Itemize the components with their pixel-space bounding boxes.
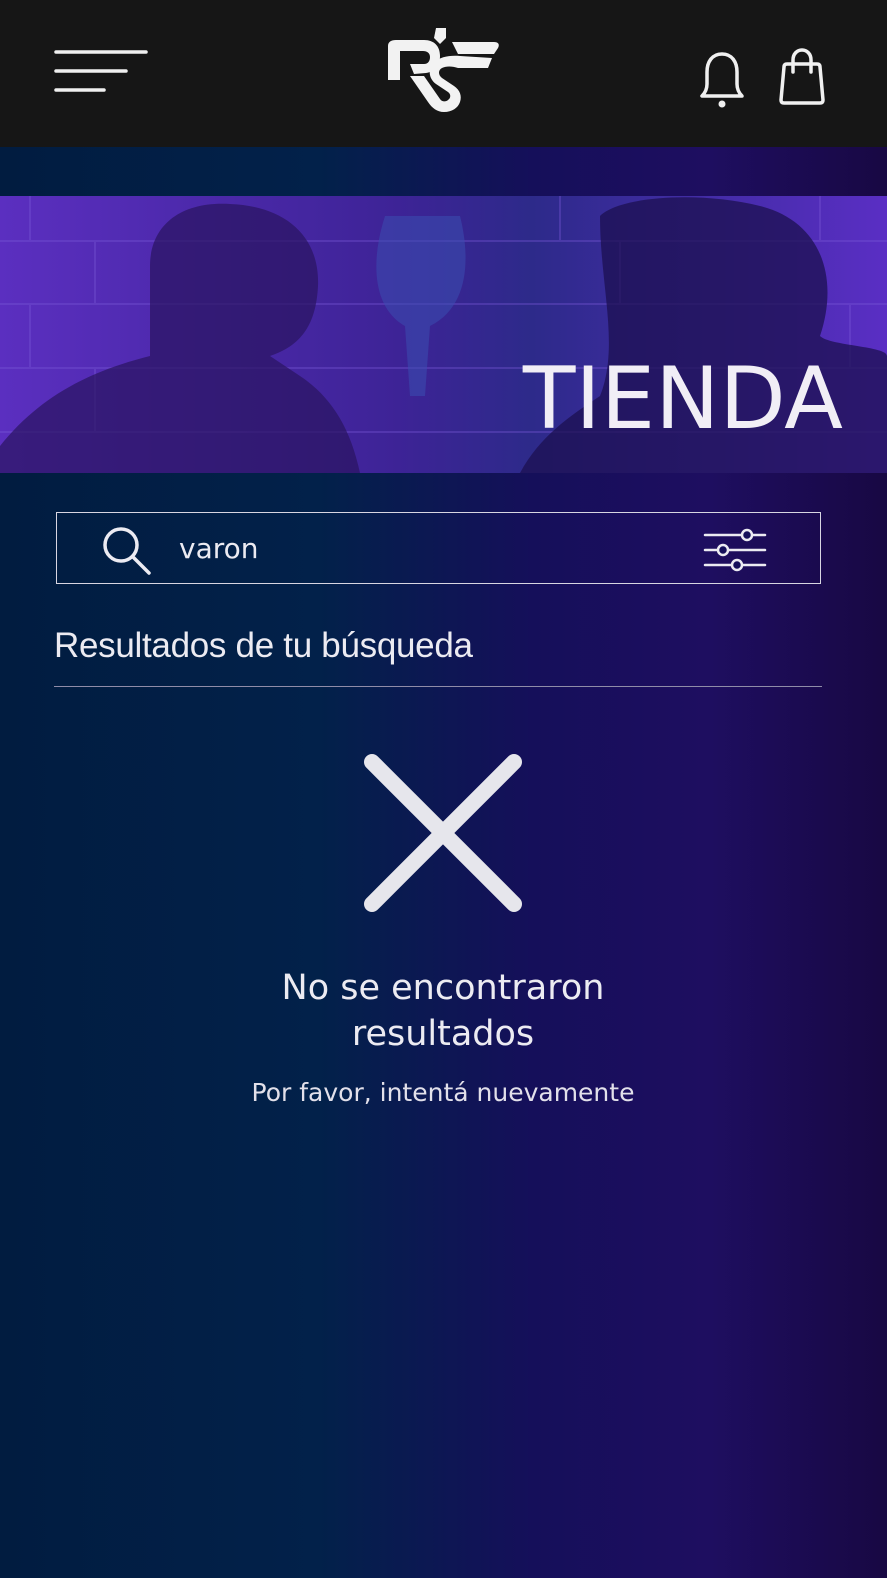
results-heading: Resultados de tu búsqueda bbox=[54, 626, 473, 665]
results-divider bbox=[54, 686, 822, 687]
hero-title: TIENDA bbox=[522, 349, 843, 449]
empty-state-subtitle: Por favor, intentá nuevamente bbox=[251, 1078, 635, 1107]
brand-logo[interactable] bbox=[380, 24, 504, 124]
cart-button[interactable] bbox=[778, 46, 826, 106]
empty-state-title-line2: resultados bbox=[351, 1014, 535, 1054]
menu-button[interactable] bbox=[52, 44, 150, 100]
shopping-bag-icon bbox=[779, 48, 825, 105]
bell-icon bbox=[700, 52, 744, 108]
close-icon bbox=[364, 754, 522, 912]
rs-logo bbox=[388, 28, 499, 112]
empty-state-title-line1: No se encontraron bbox=[281, 968, 605, 1008]
sliders-icon[interactable] bbox=[703, 527, 767, 573]
empty-state-title: No se encontraron resultados bbox=[143, 965, 743, 1057]
search-icon[interactable] bbox=[101, 525, 153, 577]
notifications-button[interactable] bbox=[698, 48, 746, 110]
search-bar[interactable] bbox=[56, 512, 821, 584]
store-hero-banner: TIENDA bbox=[0, 196, 887, 473]
top-app-bar bbox=[0, 0, 887, 147]
search-input[interactable] bbox=[179, 523, 659, 573]
hamburger-menu-icon bbox=[54, 50, 148, 92]
